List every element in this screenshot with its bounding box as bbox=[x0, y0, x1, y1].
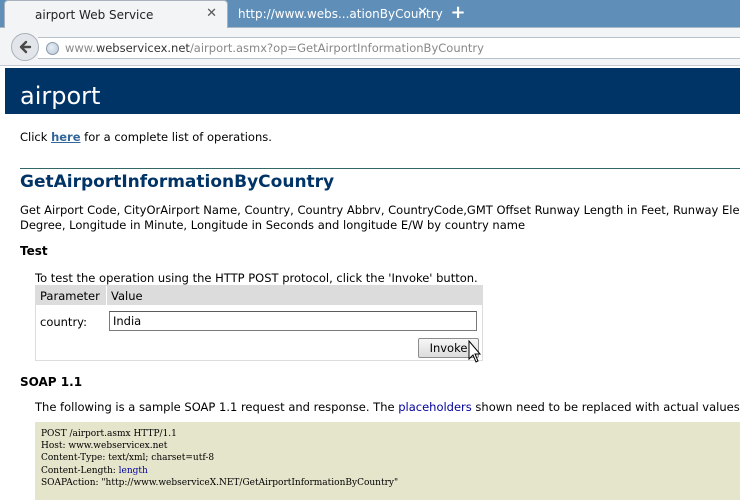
tab-get-airport-information[interactable]: http://www.webs...ationByCountry ✕ bbox=[230, 0, 443, 28]
code-line: Content-Type: text/xml; charset=utf-8 bbox=[41, 453, 215, 464]
test-heading: Test bbox=[20, 244, 48, 258]
service-title: airport bbox=[20, 82, 101, 110]
country-label: country: bbox=[40, 315, 88, 329]
close-tab-icon[interactable]: ✕ bbox=[206, 7, 217, 21]
intro-text: Click here for a complete list of operat… bbox=[20, 130, 272, 144]
close-tab-icon[interactable]: ✕ bbox=[417, 6, 428, 20]
soap-intro-suffix: shown need to be replaced with actual va… bbox=[471, 400, 740, 414]
service-header: airport bbox=[5, 68, 740, 114]
address-bar[interactable]: www. webservicex.net/airport.asmx?op=GetA… bbox=[38, 37, 740, 59]
url-domain: webservicex.net bbox=[95, 41, 190, 55]
code-text: Content-Length: bbox=[41, 465, 119, 476]
intro-prefix: Click bbox=[20, 130, 52, 144]
parameter-column-header: Parameter bbox=[36, 286, 107, 305]
operations-list-link[interactable]: here bbox=[51, 130, 80, 144]
globe-icon bbox=[46, 41, 59, 55]
back-arrow-icon[interactable] bbox=[11, 33, 39, 61]
operation-name: GetAirportInformationByCountry bbox=[20, 172, 335, 192]
mouse-cursor-icon bbox=[468, 340, 482, 363]
code-line: Content-Length: length bbox=[41, 465, 740, 477]
url-path: /airport.asmx?op=GetAirportInformationBy… bbox=[189, 41, 484, 55]
country-input[interactable] bbox=[109, 311, 477, 331]
tab-airport-web-service[interactable]: airport Web Service ✕ bbox=[4, 0, 228, 28]
value-column-header: Value bbox=[111, 288, 143, 303]
form-header-row: Parameter Value bbox=[36, 286, 482, 305]
placeholders-text: placeholders bbox=[398, 400, 472, 414]
operation-description: Get Airport Code, CityOrAirport Name, Co… bbox=[20, 203, 740, 233]
code-line: POST /airport.asmx HTTP/1.1 bbox=[41, 429, 177, 439]
soap-heading: SOAP 1.1 bbox=[20, 375, 83, 389]
code-line: SOAPAction: "http://www.webserviceX.NET/… bbox=[41, 477, 399, 488]
soap-instructions: The following is a sample SOAP 1.1 reque… bbox=[35, 400, 740, 414]
new-tab-plus-icon[interactable]: + bbox=[448, 4, 468, 22]
description-line: Degree, Longitude in Minute, Longitude i… bbox=[20, 218, 526, 232]
divider bbox=[20, 168, 740, 169]
code-line: Host: www.webservicex.net bbox=[41, 441, 168, 452]
soap-request-sample: POST /airport.asmx HTTP/1.1 Host: www.web… bbox=[35, 422, 740, 500]
tab-bar: airport Web Service ✕ http://www.webs...… bbox=[0, 0, 740, 28]
soap-intro-prefix: The following is a sample SOAP 1.1 reque… bbox=[35, 400, 399, 414]
description-line: Get Airport Code, CityOrAirport Name, Co… bbox=[20, 203, 740, 217]
navigation-bar: www. webservicex.net/airport.asmx?op=GetA… bbox=[0, 28, 740, 66]
tab-label: http://www.webs...ationByCountry bbox=[238, 7, 443, 21]
url-scheme: www. bbox=[65, 41, 96, 55]
code-placeholder: length bbox=[118, 465, 148, 476]
test-instructions: To test the operation using the HTTP POS… bbox=[35, 271, 478, 285]
test-form: Parameter Value country: Invoke bbox=[35, 285, 483, 361]
tab-label: airport Web Service bbox=[35, 7, 154, 22]
intro-suffix: for a complete list of operations. bbox=[80, 130, 272, 144]
